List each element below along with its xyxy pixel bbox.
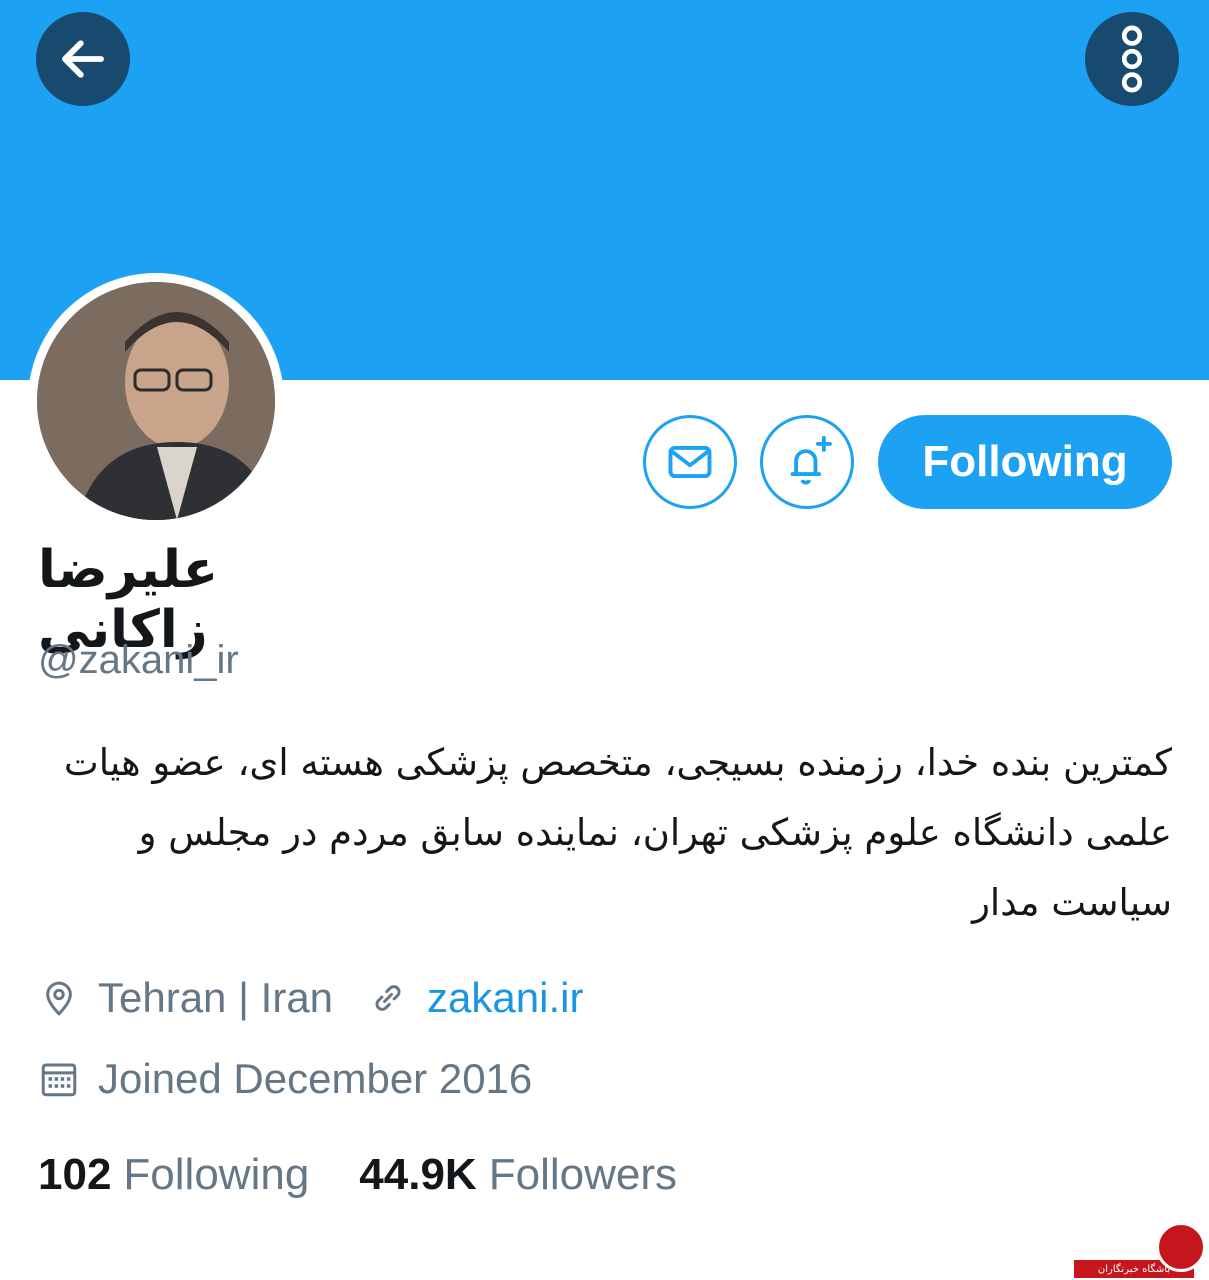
following-stat[interactable]: 102 Following xyxy=(38,1150,309,1200)
profile-avatar[interactable] xyxy=(28,273,284,529)
location-text: Tehran | Iran xyxy=(98,974,334,1021)
avatar-photo xyxy=(37,282,275,520)
link-icon xyxy=(367,977,409,1019)
mail-icon xyxy=(668,445,712,479)
more-options-button[interactable] xyxy=(1085,12,1179,106)
calendar-icon xyxy=(38,1058,80,1100)
website-link[interactable]: zakani.ir xyxy=(427,974,583,1022)
watermark-emblem xyxy=(1156,1222,1206,1272)
followers-label: Followers xyxy=(488,1150,677,1199)
following-label: Following xyxy=(123,1150,310,1199)
vertical-dots-icon xyxy=(1121,25,1143,93)
profile-stats: 102 Following 44.9K Followers xyxy=(38,1150,677,1200)
profile-meta-location-row: Tehran | Iran zakani.ir xyxy=(38,974,583,1022)
back-button[interactable] xyxy=(36,12,130,106)
bell-plus-icon xyxy=(790,435,832,485)
notifications-button[interactable] xyxy=(760,415,854,509)
avatar-portrait xyxy=(37,282,275,520)
joined-date: Joined December 2016 xyxy=(98,1055,533,1102)
location-pin-icon xyxy=(38,977,80,1019)
followers-stat[interactable]: 44.9K Followers xyxy=(359,1150,677,1200)
followers-count: 44.9K xyxy=(359,1150,477,1199)
arrow-left-icon xyxy=(62,40,104,78)
user-handle: @zakani_ir xyxy=(38,638,239,682)
profile-meta-joined-row: Joined December 2016 xyxy=(38,1055,532,1103)
watermark-logo: باشگاه خبرنگاران xyxy=(1072,1218,1208,1280)
profile-bio: کمترین بنده خدا، رزمنده بسیجی، متخصص پزش… xyxy=(63,741,1172,924)
message-button[interactable] xyxy=(643,415,737,509)
following-count: 102 xyxy=(38,1150,112,1199)
following-button[interactable]: Following xyxy=(878,415,1172,509)
